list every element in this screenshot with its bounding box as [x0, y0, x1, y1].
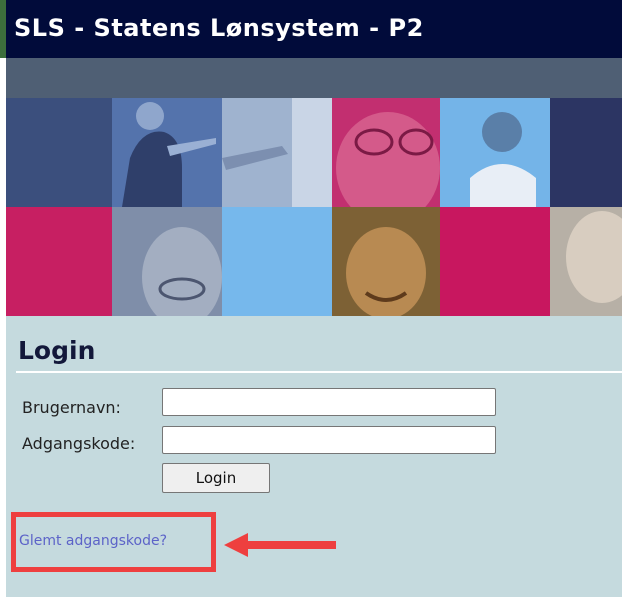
password-label: Adgangskode: — [22, 434, 136, 453]
banner-photo-hand — [222, 98, 332, 207]
username-label: Brugernavn: — [22, 398, 121, 417]
banner-tile — [222, 207, 332, 316]
banner-photo-woman-partial — [550, 207, 622, 316]
woman-glasses-image — [332, 98, 440, 207]
woman-face-image — [112, 207, 222, 316]
woman-smiling-image — [332, 207, 440, 316]
login-button[interactable]: Login — [162, 463, 270, 493]
header-banner — [6, 98, 622, 316]
banner-photo-woman-pointing — [112, 98, 222, 207]
divider — [16, 371, 622, 373]
app-title: SLS - Statens Lønsystem - P2 — [14, 14, 424, 42]
arrow-left-icon — [224, 533, 336, 557]
login-heading: Login — [18, 336, 96, 365]
banner-photo-woman-smiling — [332, 207, 440, 316]
banner-tile — [6, 207, 112, 316]
banner-photo-woman-office — [440, 98, 550, 207]
password-input[interactable] — [162, 426, 496, 454]
navigation-bar — [6, 58, 622, 98]
hand-image — [222, 98, 332, 207]
title-bar: SLS - Statens Lønsystem - P2 — [6, 0, 622, 58]
banner-tile — [440, 207, 550, 316]
woman-pointing-image — [112, 98, 222, 207]
woman-office-image — [440, 98, 550, 207]
username-input[interactable] — [162, 388, 496, 416]
banner-tile — [6, 98, 112, 207]
banner-tile — [550, 98, 622, 207]
banner-photo-woman-face — [112, 207, 222, 316]
page: SLS - Statens Lønsystem - P2 Login Bruge… — [0, 0, 622, 597]
woman-partial-image — [550, 207, 622, 316]
banner-photo-woman-glasses — [332, 98, 440, 207]
highlight-box — [11, 512, 216, 572]
